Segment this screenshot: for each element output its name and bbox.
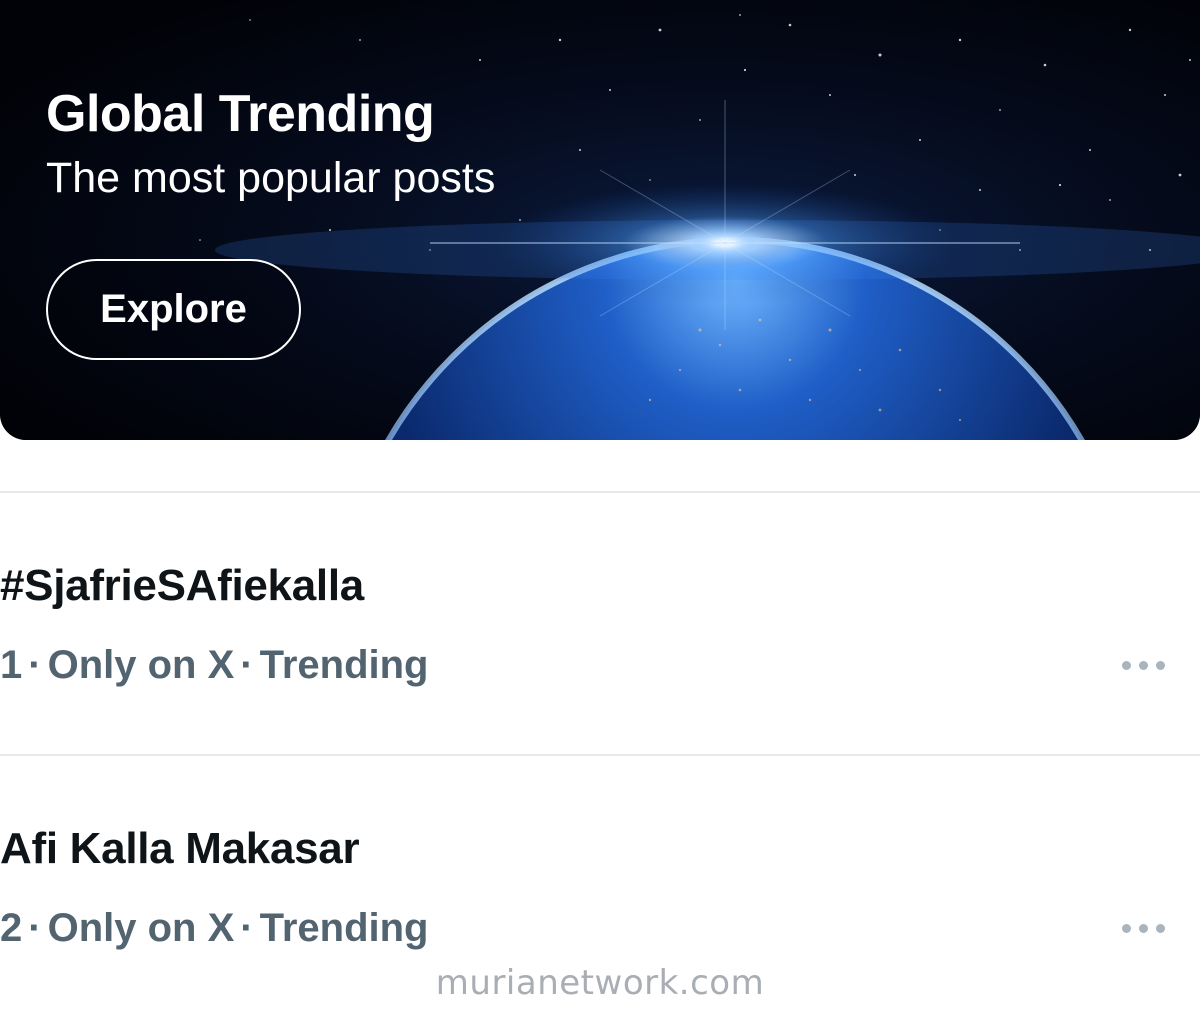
banner-subtitle: The most popular posts [46, 154, 496, 202]
trend-name: Afi Kalla Makasar [0, 824, 360, 873]
trend-name: #SjafrieSAfiekalla [0, 561, 364, 610]
trend-status: Trending [259, 643, 429, 687]
more-options-button[interactable] [1122, 908, 1178, 948]
meta-separator: · [240, 906, 254, 950]
meta-separator: · [28, 643, 42, 687]
watermark: murianetwork.com [435, 963, 765, 1003]
trend-context: Only on X [47, 906, 235, 950]
earth-banner-image [0, 0, 1200, 440]
meta-separator: · [28, 906, 42, 950]
meta-separator: · [240, 643, 254, 687]
trend-meta: 1 · Only on X · Trending [0, 643, 428, 688]
trend-status: Trending [259, 906, 429, 950]
trend-item[interactable]: #SjafrieSAfiekalla 1 · Only on X · Trending [0, 493, 1200, 753]
banner-title: Global Trending [46, 85, 435, 143]
trending-page: Global Trending The most popular posts E… [0, 0, 1200, 1018]
more-horizontal-icon [1122, 923, 1165, 933]
global-trending-banner[interactable]: Global Trending The most popular posts E… [0, 0, 1200, 440]
trend-context: Only on X [47, 643, 235, 687]
more-horizontal-icon [1122, 660, 1165, 670]
trend-rank: 1 [0, 643, 23, 687]
explore-button[interactable]: Explore [46, 259, 301, 360]
trend-meta: 2 · Only on X · Trending [0, 906, 428, 951]
more-options-button[interactable] [1122, 645, 1178, 685]
trend-rank: 2 [0, 906, 23, 950]
